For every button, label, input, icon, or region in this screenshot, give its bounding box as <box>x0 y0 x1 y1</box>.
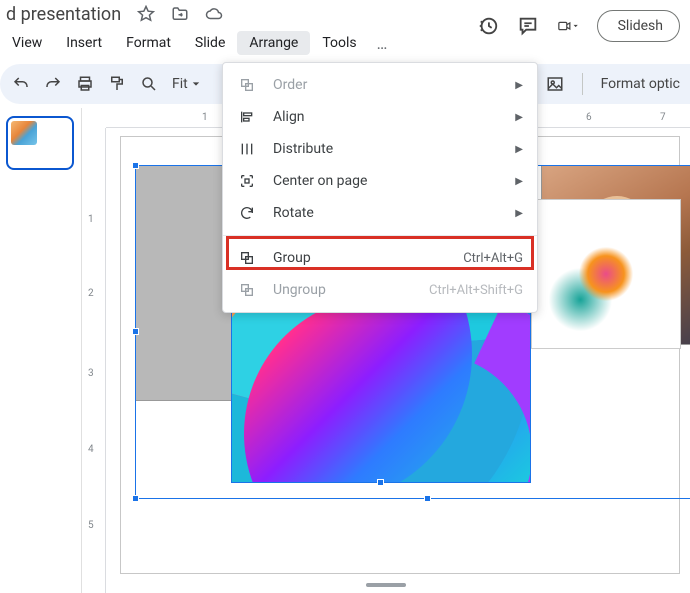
chevron-right-icon: ▶ <box>515 208 523 219</box>
menu-label: Rotate <box>273 205 314 221</box>
chevron-right-icon: ▶ <box>515 112 523 123</box>
menu-ungroup: Ungroup Ctrl+Alt+Shift+G <box>223 274 537 306</box>
paint-format-icon[interactable] <box>108 75 126 93</box>
distribute-icon <box>239 141 257 157</box>
order-icon <box>239 77 257 93</box>
ruler-vertical[interactable]: 1 2 3 4 5 <box>82 128 106 593</box>
doc-title[interactable]: d presentation <box>0 4 121 25</box>
menu-format[interactable]: Format <box>114 31 183 55</box>
menu-view[interactable]: View <box>0 31 54 55</box>
arrange-dropdown: Order ▶ Align ▶ Distribute ▶ Center on p… <box>222 62 538 313</box>
menu-label: Group <box>273 250 311 266</box>
menu-group[interactable]: Group Ctrl+Alt+G <box>223 242 537 274</box>
zoom-icon[interactable] <box>140 75 158 93</box>
menu-more-icon[interactable]: … <box>369 30 396 57</box>
slideshow-button[interactable]: Slidesh <box>597 10 680 42</box>
menu-arrange[interactable]: Arrange <box>237 31 310 55</box>
menu-distribute[interactable]: Distribute ▶ <box>223 133 537 165</box>
print-icon[interactable] <box>76 75 94 93</box>
move-folder-icon[interactable] <box>171 5 189 23</box>
menu-tools[interactable]: Tools <box>310 31 368 55</box>
zoom-select[interactable]: Fit <box>172 76 200 92</box>
menu-slide[interactable]: Slide <box>183 31 237 55</box>
menu-insert[interactable]: Insert <box>54 31 114 55</box>
shortcut-label: Ctrl+Alt+G <box>463 251 523 266</box>
ruler-tick: 6 <box>586 112 592 123</box>
slide-thumbnail-1[interactable] <box>6 116 74 170</box>
rotate-icon <box>239 205 257 221</box>
chevron-right-icon: ▶ <box>515 176 523 187</box>
format-options-button[interactable]: Format optic <box>601 76 680 92</box>
cloud-status-icon[interactable] <box>205 5 223 23</box>
menu-align[interactable]: Align ▶ <box>223 101 537 133</box>
menu-label: Distribute <box>273 141 333 157</box>
ungroup-icon <box>239 282 257 298</box>
ruler-tick: 5 <box>88 520 94 531</box>
shortcut-label: Ctrl+Alt+Shift+G <box>429 283 523 298</box>
image-icon[interactable] <box>546 75 564 93</box>
menu-center-on-page[interactable]: Center on page ▶ <box>223 165 537 197</box>
menu-label: Center on page <box>273 173 367 189</box>
redo-icon[interactable] <box>44 75 62 93</box>
menu-separator <box>223 235 537 236</box>
slide-thumbnails-panel <box>0 108 82 593</box>
align-icon <box>239 109 257 125</box>
ruler-tick: 7 <box>660 112 666 123</box>
chevron-right-icon: ▶ <box>515 144 523 155</box>
group-icon <box>239 250 257 266</box>
meet-icon[interactable] <box>557 15 579 37</box>
thumbnail-preview-icon <box>11 121 37 145</box>
menu-order[interactable]: Order ▶ <box>223 69 537 101</box>
menu-label: Align <box>273 109 305 125</box>
menu-label: Order <box>273 77 307 93</box>
comment-icon[interactable] <box>517 15 539 37</box>
slide-drag-indicator <box>366 583 406 587</box>
center-icon <box>239 173 257 189</box>
chevron-right-icon: ▶ <box>515 80 523 91</box>
menu-rotate[interactable]: Rotate ▶ <box>223 197 537 229</box>
star-icon[interactable] <box>137 5 155 23</box>
history-icon[interactable] <box>477 15 499 37</box>
menu-label: Ungroup <box>273 282 326 298</box>
undo-icon[interactable] <box>12 75 30 93</box>
ruler-tick: 1 <box>202 112 208 123</box>
ruler-tick: 1 <box>88 214 94 225</box>
ruler-tick: 2 <box>88 288 94 299</box>
ruler-tick: 3 <box>88 368 94 379</box>
ruler-tick: 4 <box>88 444 94 455</box>
